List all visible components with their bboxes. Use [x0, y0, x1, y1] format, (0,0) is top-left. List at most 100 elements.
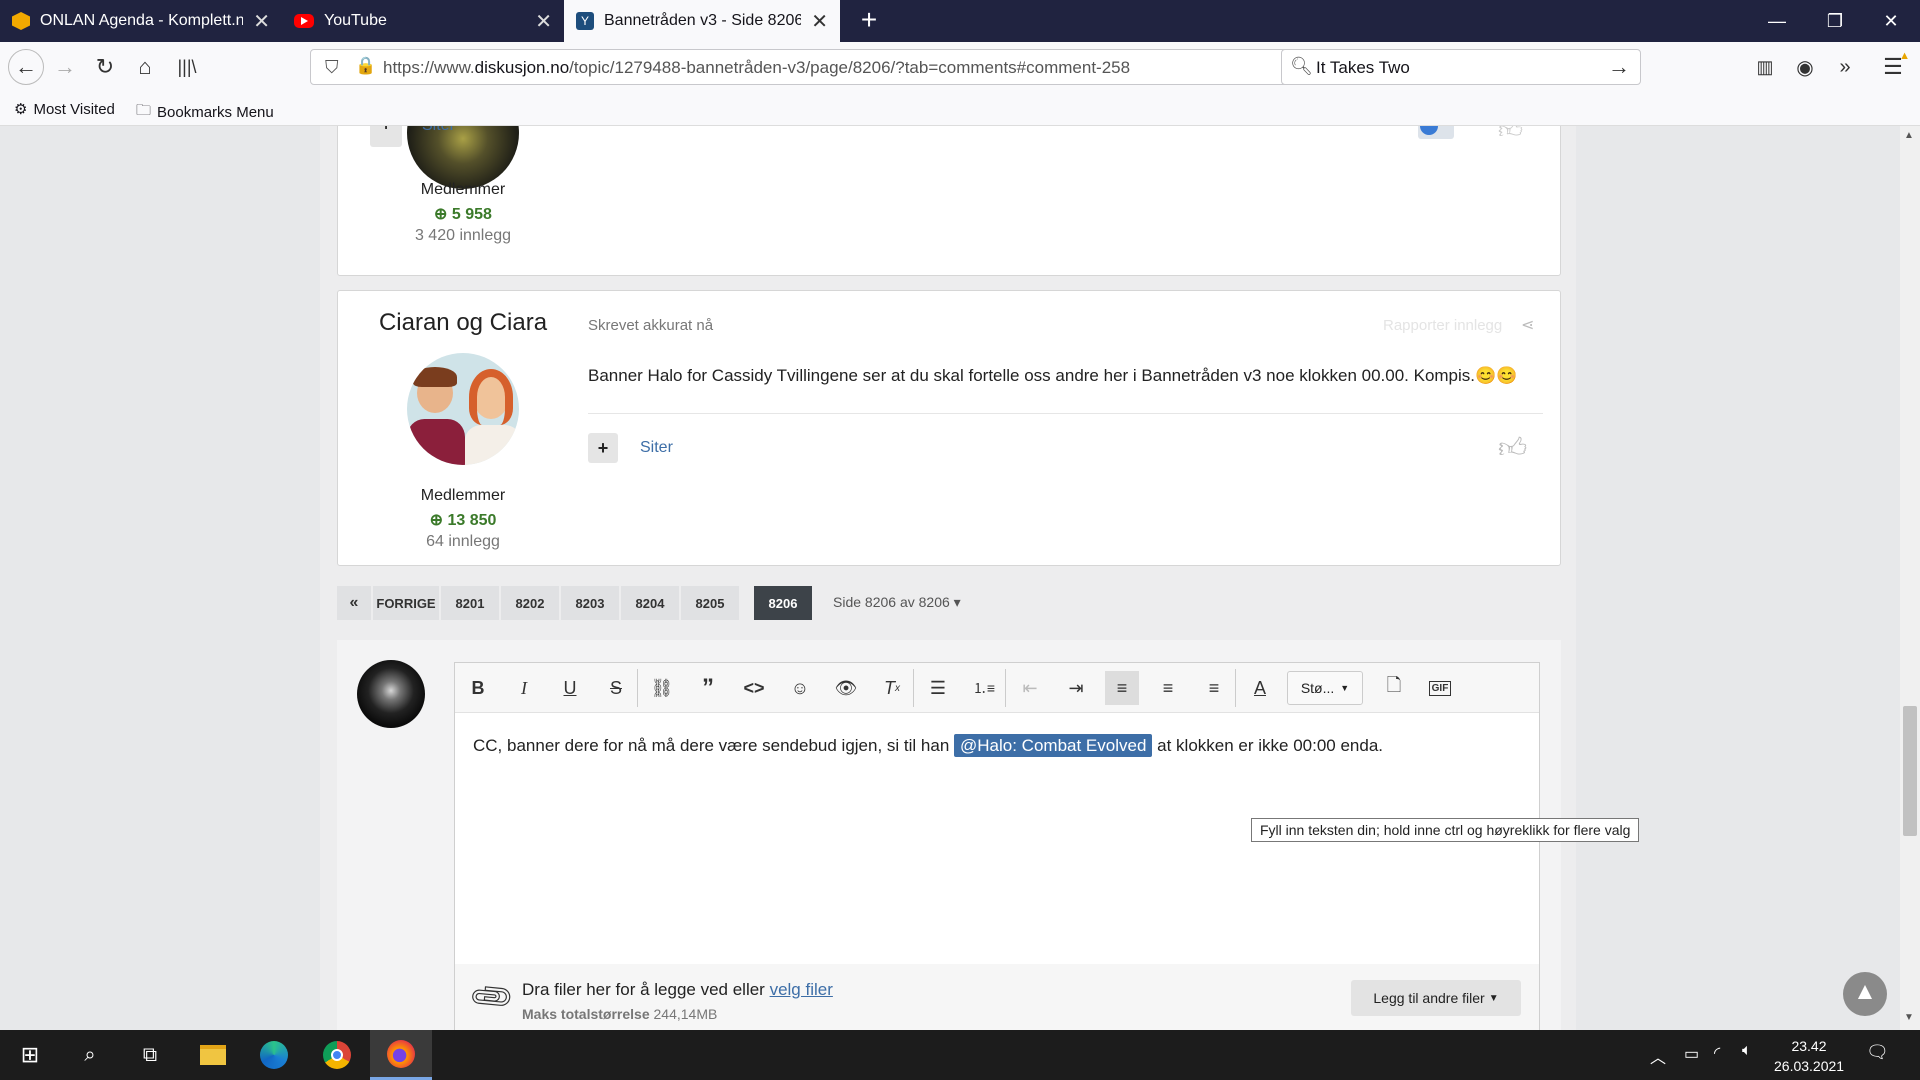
- back-arrow-icon[interactable]: ←: [8, 49, 44, 85]
- sidebar-toggle-icon[interactable]: ▥: [1748, 50, 1782, 84]
- share-icon[interactable]: ⋖: [1521, 315, 1534, 335]
- page-content: + Siter Medlemmer ⊕ 5 958 3 420 innlegg …: [0, 126, 1900, 1030]
- shield-icon[interactable]: ⛉: [325, 57, 339, 78]
- font-size-select[interactable]: Stø... ▼: [1287, 671, 1363, 705]
- search-bar[interactable]: 🔍︎ It Takes Two →: [1281, 49, 1641, 85]
- firefox-icon[interactable]: [370, 1030, 432, 1080]
- underline-icon[interactable]: U: [553, 671, 587, 705]
- search-input[interactable]: It Takes Two: [1316, 58, 1410, 78]
- add-other-files-button[interactable]: Legg til andre filer ▼: [1351, 980, 1521, 1016]
- bullet-list-icon[interactable]: ☰: [921, 671, 955, 705]
- align-left-icon[interactable]: ≡: [1105, 671, 1139, 705]
- page-jump-dropdown[interactable]: Side 8206 av 8206 ▾: [833, 594, 961, 611]
- author-name[interactable]: Ciaran og Ciara: [338, 309, 588, 337]
- search-go-arrow-icon[interactable]: →: [1608, 54, 1630, 80]
- url-text[interactable]: https://www.diskusjon.no/topic/1279488-b…: [383, 58, 1383, 78]
- home-icon[interactable]: ⌂: [128, 50, 162, 84]
- post-count: 3 420 innlegg: [414, 227, 512, 244]
- tab-onlan-agenda[interactable]: ONLAN Agenda - Komplett.no ✕: [0, 0, 282, 42]
- code-icon[interactable]: <>: [737, 671, 771, 705]
- windows-start-icon[interactable]: ⊞: [0, 1030, 60, 1080]
- font-color-icon[interactable]: A: [1243, 671, 1277, 705]
- chrome-icon[interactable]: [307, 1030, 367, 1080]
- indent-icon[interactable]: ⇥: [1059, 671, 1093, 705]
- first-page-button[interactable]: «: [337, 586, 371, 620]
- mention-chip[interactable]: @Halo: Combat Evolved: [954, 734, 1153, 757]
- new-tab-icon[interactable]: +: [852, 4, 886, 38]
- italic-icon[interactable]: I: [507, 671, 541, 705]
- link-icon[interactable]: ⛓: [645, 671, 679, 705]
- bookmark-menu[interactable]: 🗀 Bookmarks Menu: [136, 100, 274, 125]
- avatar[interactable]: [407, 353, 519, 465]
- multiquote-plus-icon[interactable]: +: [588, 433, 618, 463]
- file-explorer-icon[interactable]: [183, 1030, 243, 1080]
- forward-arrow-icon[interactable]: →: [48, 50, 82, 84]
- like-reaction-icon: [1420, 126, 1438, 135]
- overflow-chevron-icon[interactable]: »: [1828, 50, 1862, 84]
- volume-icon[interactable]: 🔈︎: [1742, 1042, 1752, 1060]
- page-link[interactable]: 8203: [561, 586, 619, 620]
- clock[interactable]: 23.42 26.03.2021: [1774, 1036, 1844, 1076]
- numbered-list-icon[interactable]: ⒈≡: [967, 671, 1001, 705]
- reload-icon[interactable]: ↻: [88, 50, 122, 84]
- task-view-icon[interactable]: ⧉: [120, 1030, 180, 1080]
- current-page[interactable]: 8206: [754, 586, 812, 620]
- tray-chevron-icon[interactable]: ︿: [1650, 1044, 1666, 1068]
- gif-icon[interactable]: GIF: [1423, 671, 1457, 705]
- avatar[interactable]: [357, 660, 425, 728]
- choose-files-link[interactable]: velg filer: [770, 980, 833, 999]
- lock-icon[interactable]: 🔒: [355, 56, 376, 76]
- page-link[interactable]: 8205: [681, 586, 739, 620]
- avatar[interactable]: [407, 126, 519, 189]
- battery-icon[interactable]: ▭: [1684, 1044, 1699, 1064]
- strikethrough-icon[interactable]: S: [599, 671, 633, 705]
- edge-icon[interactable]: [244, 1030, 304, 1080]
- prev-page-button[interactable]: FORRIGE: [373, 586, 439, 620]
- attach-text: Dra filer her for å legge ved eller velg…: [522, 980, 833, 1000]
- scroll-down-icon[interactable]: ▼: [1904, 1012, 1914, 1023]
- bold-icon[interactable]: B: [461, 671, 495, 705]
- bookmark-most-visited[interactable]: ⚙ Most Visited: [14, 100, 115, 119]
- preview-icon[interactable]: 🗋: [1377, 671, 1411, 705]
- restore-icon[interactable]: ❐: [1806, 0, 1864, 42]
- search-icon[interactable]: ⌕: [60, 1030, 120, 1080]
- outdent-icon[interactable]: ⇤: [1013, 671, 1047, 705]
- scroll-up-icon[interactable]: ▲: [1904, 130, 1914, 141]
- quote-link[interactable]: Siter: [422, 126, 455, 135]
- account-icon[interactable]: ◉: [1788, 50, 1822, 84]
- multiquote-plus-icon[interactable]: +: [370, 126, 402, 147]
- post-timestamp[interactable]: Skrevet akkurat nå: [588, 317, 713, 334]
- library-icon[interactable]: |||\: [170, 50, 204, 84]
- reaction-count[interactable]: [1418, 126, 1454, 139]
- divider: [1235, 669, 1236, 707]
- notifications-icon[interactable]: 🗨︎: [1866, 1042, 1889, 1063]
- report-link[interactable]: Rapporter innlegg: [1383, 317, 1502, 334]
- like-thumb-icon[interactable]: 👍︎: [1498, 431, 1527, 465]
- scroll-thumb[interactable]: [1903, 706, 1917, 836]
- close-window-icon[interactable]: ✕: [1862, 0, 1920, 42]
- close-tab-icon[interactable]: ✕: [253, 9, 270, 34]
- scrollbar[interactable]: ▲ ▼: [1900, 126, 1920, 1030]
- quote-link[interactable]: Siter: [640, 439, 673, 457]
- editor-textarea[interactable]: CC, banner dere for nå må dere være send…: [473, 733, 1523, 973]
- page-link[interactable]: 8204: [621, 586, 679, 620]
- close-tab-icon[interactable]: ✕: [535, 9, 552, 34]
- tab-youtube[interactable]: YouTube ✕: [282, 0, 564, 42]
- navigation-bar: ← → ↻ ⌂ |||\ ⛉ 🔒 https://www.diskusjon.n…: [0, 42, 1920, 92]
- emoji-icon[interactable]: ☺: [783, 671, 817, 705]
- page-link[interactable]: 8201: [441, 586, 499, 620]
- page-link[interactable]: 8202: [501, 586, 559, 620]
- wifi-icon[interactable]: ◜: [1714, 1043, 1720, 1063]
- hamburger-menu-icon[interactable]: ☰ ▲: [1876, 50, 1910, 84]
- clear-format-icon[interactable]: Tx: [875, 671, 909, 705]
- diskusjon-favicon-icon: Y: [576, 12, 594, 30]
- tab-bannetraaden[interactable]: Y Bannetråden v3 - Side 8206 - L ✕: [564, 0, 840, 42]
- align-right-icon[interactable]: ≡: [1197, 671, 1231, 705]
- close-tab-icon[interactable]: ✕: [811, 9, 828, 34]
- minimize-icon[interactable]: —: [1748, 0, 1806, 42]
- align-center-icon[interactable]: ≡: [1151, 671, 1185, 705]
- spoiler-eye-icon[interactable]: 👁︎: [829, 671, 863, 705]
- quote-icon[interactable]: ”: [691, 671, 725, 705]
- like-thumb-icon[interactable]: 👍︎: [1498, 126, 1523, 145]
- scroll-to-top-icon[interactable]: ▲: [1843, 972, 1887, 1016]
